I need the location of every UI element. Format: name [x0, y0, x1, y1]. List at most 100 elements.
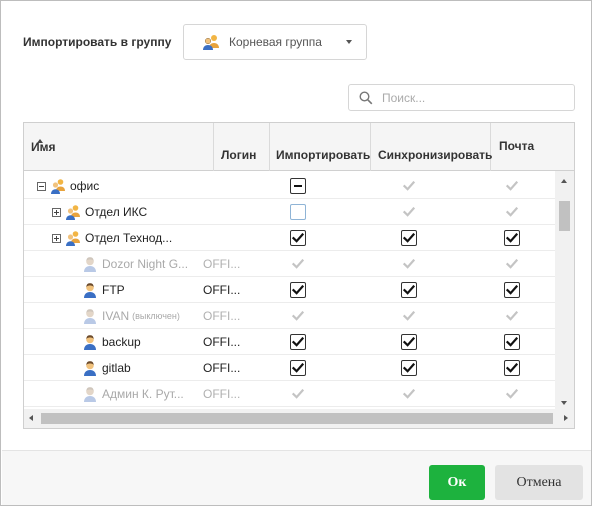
- chevron-down-icon: [346, 40, 352, 44]
- tree-user-row[interactable]: FTP OFFI...: [24, 277, 555, 303]
- search-icon: [359, 90, 373, 104]
- import-checkbox[interactable]: [290, 334, 306, 350]
- disabled-note: (выключен): [132, 311, 180, 321]
- name-cell: gitlab: [82, 355, 131, 381]
- column-sync-header[interactable]: Синхронизировать: [371, 123, 493, 171]
- sync-checkbox: [401, 308, 417, 324]
- column-name-label: Имя: [31, 140, 56, 154]
- vertical-scrollbar[interactable]: [555, 171, 574, 409]
- expand-icon[interactable]: [52, 207, 61, 217]
- tree-group-row[interactable]: Отдел ИКС: [24, 199, 555, 225]
- name-cell: FTP: [82, 277, 125, 303]
- group-icon: [66, 231, 80, 246]
- import-checkbox[interactable]: [290, 204, 306, 220]
- mail-checkbox[interactable]: [504, 360, 520, 376]
- sync-checkbox[interactable]: [401, 282, 417, 298]
- row-name: IVAN: [102, 309, 130, 323]
- sort-ascending-icon: [37, 139, 43, 143]
- tree-group-row[interactable]: Отдел Технод...: [24, 225, 555, 251]
- tree-group-row[interactable]: офис: [24, 173, 555, 199]
- scroll-up-icon[interactable]: [561, 179, 567, 183]
- import-dialog: Импортировать в группу Корневая группа И…: [0, 0, 592, 506]
- expand-icon[interactable]: [52, 233, 61, 243]
- login-cell: OFFI...: [203, 257, 241, 271]
- import-checkbox[interactable]: [290, 230, 306, 246]
- collapse-icon[interactable]: [37, 181, 46, 191]
- user-icon: [84, 257, 96, 272]
- mail-checkbox[interactable]: [504, 334, 520, 350]
- sync-checkbox: [401, 386, 417, 402]
- login-cell: OFFI...: [203, 335, 241, 349]
- horizontal-scrollbar[interactable]: [24, 409, 574, 428]
- name-cell: Админ К. Рут...: [82, 381, 184, 407]
- sync-checkbox[interactable]: [401, 334, 417, 350]
- tree-user-row[interactable]: gitlab OFFI...: [24, 355, 555, 381]
- group-icon: [203, 35, 219, 50]
- row-name: Отдел ИКС: [85, 205, 148, 219]
- login-cell: OFFI...: [203, 309, 241, 323]
- mail-checkbox: [504, 308, 520, 324]
- users-grid: Имя Логин Импортировать Синхронизировать…: [23, 122, 575, 429]
- column-sync-label: Синхронизировать: [378, 148, 493, 162]
- sync-checkbox: [401, 204, 417, 220]
- user-icon: [84, 387, 96, 402]
- scroll-left-icon[interactable]: [29, 415, 33, 421]
- row-name: FTP: [102, 283, 125, 297]
- user-icon: [84, 335, 96, 350]
- tree-user-row[interactable]: Dozor Night G... OFFI...: [24, 251, 555, 277]
- import-checkbox: [290, 308, 306, 324]
- grid-body: офис Отдел ИКС Отдел Технод... Dozor Night …: [24, 171, 555, 409]
- grid-header: Имя Логин Импортировать Синхронизировать…: [24, 123, 574, 171]
- scroll-thumb-horizontal[interactable]: [41, 413, 553, 424]
- ok-button[interactable]: Ок: [429, 465, 485, 500]
- mail-checkbox: [504, 256, 520, 272]
- column-mail-header[interactable]: Почта: [491, 123, 574, 171]
- search-input[interactable]: [382, 90, 572, 105]
- mail-checkbox: [504, 204, 520, 220]
- user-icon: [84, 361, 96, 376]
- column-import-header[interactable]: Импортировать: [270, 123, 371, 171]
- import-checkbox[interactable]: [290, 178, 306, 194]
- group-select-value: Корневая группа: [229, 35, 322, 49]
- cancel-button[interactable]: Отмена: [495, 465, 583, 500]
- group-icon: [51, 179, 65, 194]
- scroll-down-icon[interactable]: [561, 401, 567, 405]
- column-login-label: Логин: [221, 148, 257, 162]
- scroll-thumb[interactable]: [559, 201, 570, 231]
- import-checkbox: [290, 256, 306, 272]
- tree-user-row[interactable]: IVAN (выключен) OFFI...: [24, 303, 555, 329]
- import-group-label: Импортировать в группу: [23, 35, 172, 49]
- name-cell: Dozor Night G...: [82, 251, 188, 277]
- row-name: Отдел Технод...: [85, 231, 173, 245]
- row-name: backup: [102, 335, 141, 349]
- login-cell: OFFI...: [203, 283, 241, 297]
- scroll-right-icon[interactable]: [564, 415, 568, 421]
- row-name: офис: [70, 179, 100, 193]
- column-mail-label: Почта: [499, 139, 535, 153]
- dialog-footer: Ок Отмена: [2, 450, 591, 505]
- tree-user-row[interactable]: backup OFFI...: [24, 329, 555, 355]
- sync-checkbox: [401, 256, 417, 272]
- tree-user-row[interactable]: Админ К. Рут... OFFI...: [24, 381, 555, 407]
- name-cell: backup: [82, 329, 141, 355]
- mail-checkbox[interactable]: [504, 230, 520, 246]
- sync-checkbox: [401, 178, 417, 194]
- search-box[interactable]: [348, 84, 575, 111]
- sync-checkbox[interactable]: [401, 230, 417, 246]
- column-name-header[interactable]: Имя: [24, 123, 214, 171]
- row-name: Dozor Night G...: [102, 257, 189, 271]
- user-icon: [84, 283, 96, 298]
- import-checkbox[interactable]: [290, 360, 306, 376]
- group-select[interactable]: Корневая группа: [183, 24, 367, 60]
- name-cell: Отдел ИКС: [52, 199, 147, 225]
- import-checkbox[interactable]: [290, 282, 306, 298]
- column-login-header[interactable]: Логин: [214, 123, 270, 171]
- group-icon: [66, 205, 80, 220]
- mail-checkbox: [504, 386, 520, 402]
- name-cell: Отдел Технод...: [52, 225, 172, 251]
- column-import-label: Импортировать: [276, 148, 371, 162]
- sync-checkbox[interactable]: [401, 360, 417, 376]
- name-cell: IVAN (выключен): [82, 303, 180, 329]
- mail-checkbox[interactable]: [504, 282, 520, 298]
- login-cell: OFFI...: [203, 387, 241, 401]
